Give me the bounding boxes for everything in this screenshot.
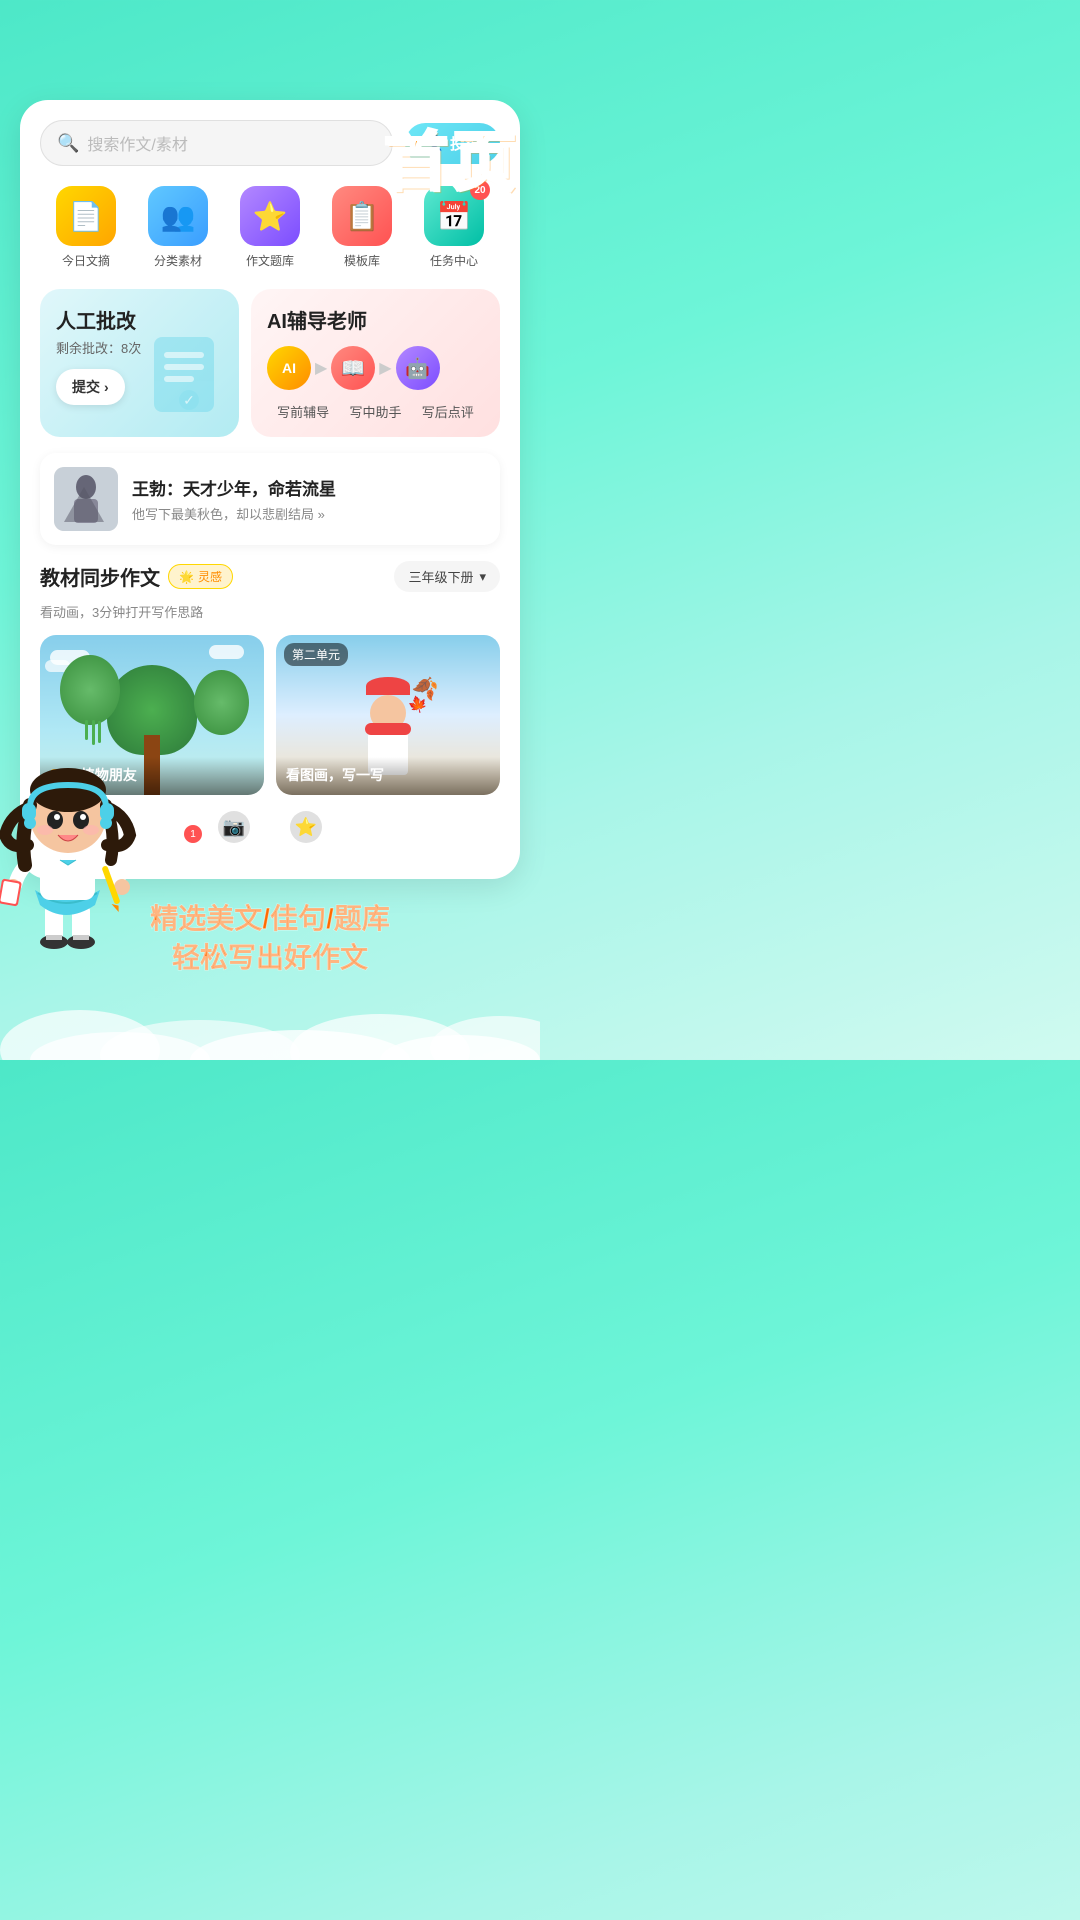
search-placeholder-text: 搜索作文/素材 bbox=[87, 131, 187, 155]
section-title: 教材同步作文 bbox=[40, 562, 160, 591]
textbook-card-plant-friends[interactable]: 单 植物朋友 bbox=[40, 635, 264, 795]
svg-text:✓: ✓ bbox=[183, 392, 195, 408]
ai-step-prewrite-label: 写前辅导 bbox=[267, 402, 339, 421]
nav-icon-classified-materials[interactable]: 👥 分类素材 bbox=[148, 186, 208, 269]
section-title-wrap: 教材同步作文 🌟 灵感 bbox=[40, 562, 233, 591]
grade-selector-label: 三年级下册 bbox=[408, 567, 473, 586]
grade-selector[interactable]: 三年级下册 ▾ bbox=[394, 561, 500, 592]
textbook-section: 教材同步作文 🌟 灵感 三年级下册 ▾ 看动画，3分钟打开写作思路 bbox=[40, 561, 500, 795]
tree-branch-left bbox=[60, 655, 120, 725]
section-tag: 🌟 灵感 bbox=[168, 564, 233, 589]
tree-branch-right bbox=[194, 670, 249, 735]
article-thumbnail bbox=[54, 467, 118, 531]
ai-icon: AI bbox=[282, 360, 296, 376]
section-tag-text: 灵感 bbox=[198, 568, 222, 585]
chevron-right-icon: › bbox=[104, 379, 109, 395]
page-title: 首页 bbox=[384, 130, 520, 194]
ai-tutor-panel[interactable]: AI辅导老师 AI ▶ 📖 ▶ 🤖 写前辅导 写中助手 写后点评 bbox=[251, 289, 500, 437]
template-library-icon-circle: 📋 bbox=[332, 186, 392, 246]
book-icon: 📖 bbox=[341, 356, 366, 381]
page-title-block: 首页 bbox=[384, 130, 520, 194]
plant-friends-text: 植物朋友 bbox=[81, 767, 137, 783]
vine-2 bbox=[92, 720, 95, 745]
article-title: 王勃：天才少年，命若流星 bbox=[132, 475, 486, 500]
textbook-card-look-draw[interactable]: 🍂 🍁 第二单元 看图画，写一写 bbox=[276, 635, 500, 795]
nav-star-badge: 1 bbox=[184, 825, 202, 843]
ai-step-postwrite-icon: 🤖 bbox=[396, 346, 440, 390]
look-draw-label: 看图画，写一写 bbox=[276, 757, 500, 795]
vine-1 bbox=[85, 720, 88, 740]
task-center-icon: 📅 bbox=[437, 200, 472, 233]
robot-icon: 🤖 bbox=[405, 356, 430, 381]
section-desc: 看动画，3分钟打开写作思路 bbox=[40, 602, 500, 621]
plant-friends-label: 单 植物朋友 bbox=[40, 757, 264, 795]
chevron-down-icon: ▾ bbox=[479, 569, 486, 585]
icon-grid: 📄 今日文摘 👥 分类素材 ⭐ 作文题库 📋 模板库 📅 20 bbox=[40, 186, 500, 269]
daily-digest-icon: 📄 bbox=[69, 200, 104, 233]
manual-review-title: 人工批改 bbox=[56, 305, 223, 334]
template-library-label: 模板库 bbox=[344, 252, 380, 269]
classified-materials-label: 分类素材 bbox=[154, 252, 202, 269]
search-icon: 🔍 bbox=[57, 133, 79, 154]
bottom-slogan: 精选美文/佳句/题库 轻松写出好作文 bbox=[0, 879, 540, 1007]
classified-materials-icon-circle: 👥 bbox=[148, 186, 208, 246]
cloud-3 bbox=[209, 645, 244, 659]
essay-topics-label: 作文题库 bbox=[246, 252, 294, 269]
ai-steps: AI ▶ 📖 ▶ 🤖 bbox=[267, 346, 484, 390]
camera-icon: 📷 bbox=[218, 811, 250, 843]
ai-step-prewrite-icon: AI bbox=[267, 346, 311, 390]
ai-labels: 写前辅导 写中助手 写后点评 bbox=[267, 402, 484, 421]
slogan-line-1: 精选美文/佳句/题库 bbox=[20, 899, 520, 938]
article-info: 王勃：天才少年，命若流星 他写下最美秋色，却以悲剧结局 » bbox=[132, 475, 486, 523]
daily-digest-label: 今日文摘 bbox=[62, 252, 110, 269]
task-center-label: 任务中心 bbox=[430, 252, 478, 269]
search-input-wrap[interactable]: 🔍 搜索作文/素材 bbox=[40, 120, 393, 166]
essay-topics-icon: ⭐ bbox=[253, 200, 288, 233]
nav-star[interactable]: ⭐ 1 bbox=[290, 811, 322, 843]
article-card[interactable]: 王勃：天才少年，命若流星 他写下最美秋色，却以悲剧结局 » bbox=[40, 453, 500, 545]
ai-step-postwrite-label: 写后点评 bbox=[412, 402, 484, 421]
vine-3 bbox=[98, 721, 101, 743]
section-header: 教材同步作文 🌟 灵感 三年级下册 ▾ bbox=[40, 561, 500, 592]
essay-topics-icon-circle: ⭐ bbox=[240, 186, 300, 246]
nav-icon-template-library[interactable]: 📋 模板库 bbox=[332, 186, 392, 269]
nav-camera[interactable]: 📷 bbox=[218, 811, 250, 843]
classified-materials-icon: 👥 bbox=[161, 200, 196, 233]
template-library-icon: 📋 bbox=[345, 200, 380, 233]
bottom-nav: 📷 ⭐ 1 bbox=[40, 795, 500, 859]
second-unit-badge: 第二单元 bbox=[284, 643, 348, 666]
two-panel: 人工批改 剩余批改：8次 提交 › ✓ AI辅导老师 bbox=[40, 289, 500, 437]
manual-review-submit-label: 提交 bbox=[72, 377, 100, 397]
slogan-line-2: 轻松写出好作文 bbox=[20, 938, 520, 977]
arrow-icon-1: ▶ bbox=[315, 358, 327, 378]
ai-step-midwrite-icon: 📖 bbox=[331, 346, 375, 390]
main-card: 🔍 搜索作文/素材 👤 投稿 📄 今日文摘 👥 分类素材 ⭐ 作文题库 bbox=[20, 100, 520, 879]
article-desc: 他写下最美秋色，却以悲剧结局 » bbox=[132, 504, 486, 523]
ai-step-midwrite-label: 写中助手 bbox=[339, 402, 411, 421]
look-draw-text: 看图画，写一写 bbox=[286, 767, 384, 783]
arrow-icon-2: ▶ bbox=[379, 358, 391, 378]
plant-friends-badge-text: 单 bbox=[50, 769, 73, 785]
nav-icon-essay-topics[interactable]: ⭐ 作文题库 bbox=[240, 186, 300, 269]
star-nav-icon: ⭐ bbox=[290, 811, 322, 843]
ai-tutor-title: AI辅导老师 bbox=[267, 305, 484, 334]
nav-icon-task-center[interactable]: 📅 20 任务中心 bbox=[424, 186, 484, 269]
doc-float-decoration: ✓ bbox=[149, 332, 229, 427]
manual-review-panel[interactable]: 人工批改 剩余批改：8次 提交 › ✓ bbox=[40, 289, 239, 437]
manual-review-submit-btn[interactable]: 提交 › bbox=[56, 369, 125, 405]
nav-icon-daily-digest[interactable]: 📄 今日文摘 bbox=[56, 186, 116, 269]
image-grid: 单 植物朋友 bbox=[40, 635, 500, 795]
daily-digest-icon-circle: 📄 bbox=[56, 186, 116, 246]
star-tag-icon: 🌟 bbox=[179, 570, 194, 584]
